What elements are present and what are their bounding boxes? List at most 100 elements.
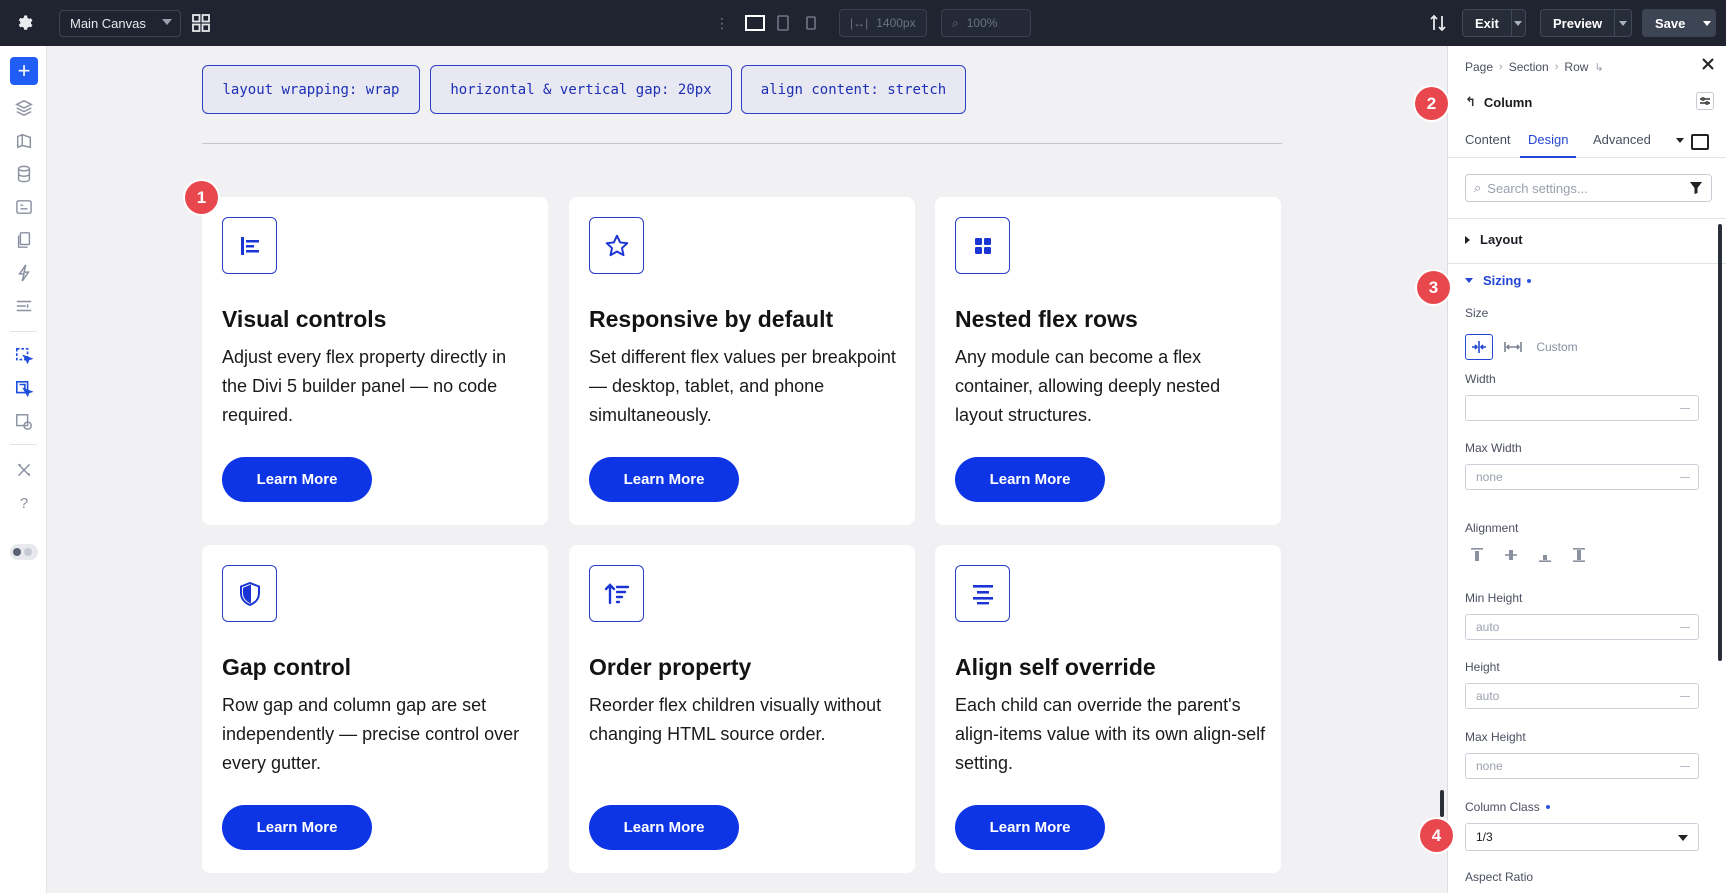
responsive-box-icon[interactable] [1691, 134, 1709, 150]
learn-more-button[interactable]: Learn More [589, 805, 739, 850]
multi-select-icon[interactable] [14, 379, 34, 399]
learn-more-button[interactable]: Learn More [222, 805, 372, 850]
align-top-icon[interactable] [1469, 547, 1487, 565]
exit-button[interactable]: Exit [1462, 9, 1526, 37]
height-label: Height [1465, 660, 1500, 674]
grid-layout-icon[interactable] [191, 13, 211, 33]
chevron-down-icon[interactable] [1676, 138, 1684, 143]
feature-card[interactable]: Nested flex rows Any module can become a… [935, 197, 1281, 525]
dark-mode-toggle[interactable] [10, 544, 38, 560]
align-stretch-icon[interactable] [1571, 547, 1589, 565]
preview-button-label: Preview [1553, 15, 1603, 31]
min-height-input[interactable]: auto [1465, 614, 1699, 640]
close-icon[interactable] [1700, 56, 1716, 72]
preset-settings-icon[interactable] [1696, 92, 1714, 110]
breadcrumb-row[interactable]: Row [1564, 60, 1588, 74]
tab-content[interactable]: Content [1465, 132, 1511, 158]
card-text: Each child can override the parent's ali… [955, 695, 1266, 773]
height-input[interactable]: auto [1465, 683, 1699, 709]
preview-button[interactable]: Preview [1540, 9, 1632, 37]
layers-icon[interactable] [14, 98, 34, 118]
size-fixed-icon[interactable] [1499, 334, 1527, 360]
align-bottom-icon[interactable] [1537, 547, 1555, 565]
feature-card[interactable]: Gap control Row gap and column gap are s… [202, 545, 548, 873]
exit-dropdown-icon[interactable] [1510, 10, 1525, 36]
module-title-text: Column [1483, 94, 1533, 110]
chevron-right-icon: › [1499, 61, 1503, 73]
learn-more-button[interactable]: Learn More [222, 457, 372, 502]
phone-view-icon[interactable] [797, 9, 825, 37]
width-input[interactable] [1465, 395, 1699, 421]
max-height-label: Max Height [1465, 730, 1526, 744]
max-width-input[interactable]: none [1465, 464, 1699, 490]
learn-more-button[interactable]: Learn More [589, 457, 739, 502]
zoom-value: 100% [966, 16, 998, 30]
filter-icon[interactable] [1689, 181, 1703, 195]
learn-more-button[interactable]: Learn More [955, 805, 1105, 850]
click-select-icon[interactable] [14, 346, 34, 366]
card-text: Set different flex values per breakpoint… [589, 347, 896, 425]
panel-resize-handle[interactable] [1440, 790, 1444, 817]
tablet-view-icon[interactable] [769, 9, 797, 37]
align-center-icon[interactable] [1503, 547, 1521, 565]
canvas-width-field[interactable]: |↔| 1400px [839, 9, 927, 37]
tools-icon[interactable] [14, 460, 34, 480]
card-title: Order property [589, 654, 752, 680]
top-toolbar: Main Canvas ⋮ |↔| 1400px ⌕ 100% Exit Pre… [0, 0, 1726, 46]
breadcrumb-page[interactable]: Page [1465, 60, 1493, 74]
desktop-view-icon[interactable] [741, 9, 769, 37]
preview-changes-icon[interactable] [14, 412, 34, 432]
settings-gear-icon[interactable] [12, 11, 36, 35]
theme-builder-icon[interactable] [14, 131, 34, 151]
preview-dropdown-icon[interactable] [1614, 10, 1631, 36]
size-fill-icon[interactable] [1465, 334, 1493, 360]
section-sizing[interactable]: Sizing [1465, 273, 1532, 288]
feature-card[interactable]: Responsive by default Set different flex… [569, 197, 915, 525]
save-button-label: Save [1655, 15, 1686, 31]
step-badge-2: 2 [1415, 87, 1448, 120]
zoom-field[interactable]: ⌕ 100% [941, 9, 1031, 37]
pages-icon[interactable] [14, 230, 34, 250]
sidebar-divider [10, 444, 37, 445]
breadcrumb-section[interactable]: Section [1509, 60, 1549, 74]
panel-scrollbar[interactable] [1718, 224, 1722, 661]
save-button[interactable]: Save [1642, 9, 1716, 37]
lightning-icon[interactable] [14, 263, 34, 283]
chevron-down-icon [1678, 835, 1688, 841]
step-badge-1: 1 [185, 181, 218, 214]
canvas-select[interactable]: Main Canvas [59, 10, 181, 37]
caret-right-icon [1465, 235, 1470, 244]
section-layout-label: Layout [1480, 232, 1523, 247]
size-custom-option[interactable]: Custom [1532, 334, 1582, 360]
search-settings-input[interactable]: ⌕ Search settings... [1465, 174, 1712, 202]
feature-card[interactable]: Visual controls Adjust every flex proper… [202, 197, 548, 525]
feature-card[interactable]: Order property Reorder flex children vis… [569, 545, 915, 873]
alignment-label: Alignment [1465, 521, 1519, 535]
feature-card[interactable]: Align self override Each child can overr… [935, 545, 1281, 873]
help-icon[interactable]: ? [14, 493, 34, 513]
chevron-down-icon [162, 19, 172, 25]
undo-back-icon[interactable]: ↰ [1465, 94, 1476, 110]
section-layout[interactable]: Layout [1465, 232, 1523, 247]
learn-more-button[interactable]: Learn More [955, 457, 1105, 502]
save-dropdown-icon[interactable] [1698, 20, 1716, 26]
exit-button-label: Exit [1475, 15, 1499, 31]
column-class-select[interactable]: 1/3 [1465, 823, 1699, 851]
width-arrows-icon: |↔| [850, 16, 869, 30]
column-class-value: 1/3 [1476, 830, 1493, 844]
max-height-input[interactable]: none [1465, 753, 1699, 779]
aspect-ratio-label: Aspect Ratio [1465, 870, 1534, 884]
modules-icon[interactable] [14, 197, 34, 217]
breadcrumb: Page › Section › Row ↳ [1465, 60, 1610, 74]
unit-dash-icon [1680, 477, 1690, 478]
list-settings-icon[interactable] [14, 296, 34, 316]
tab-advanced[interactable]: Advanced [1593, 132, 1651, 158]
more-vertical-icon[interactable]: ⋮ [715, 15, 729, 32]
card-title: Gap control [222, 654, 352, 680]
sort-order-icon[interactable] [1428, 13, 1448, 33]
card-title: Nested flex rows [955, 306, 1138, 332]
add-module-button[interactable]: + [10, 57, 38, 85]
min-height-value: auto [1476, 620, 1500, 634]
tab-design[interactable]: Design [1520, 132, 1577, 158]
database-icon[interactable] [14, 164, 34, 184]
